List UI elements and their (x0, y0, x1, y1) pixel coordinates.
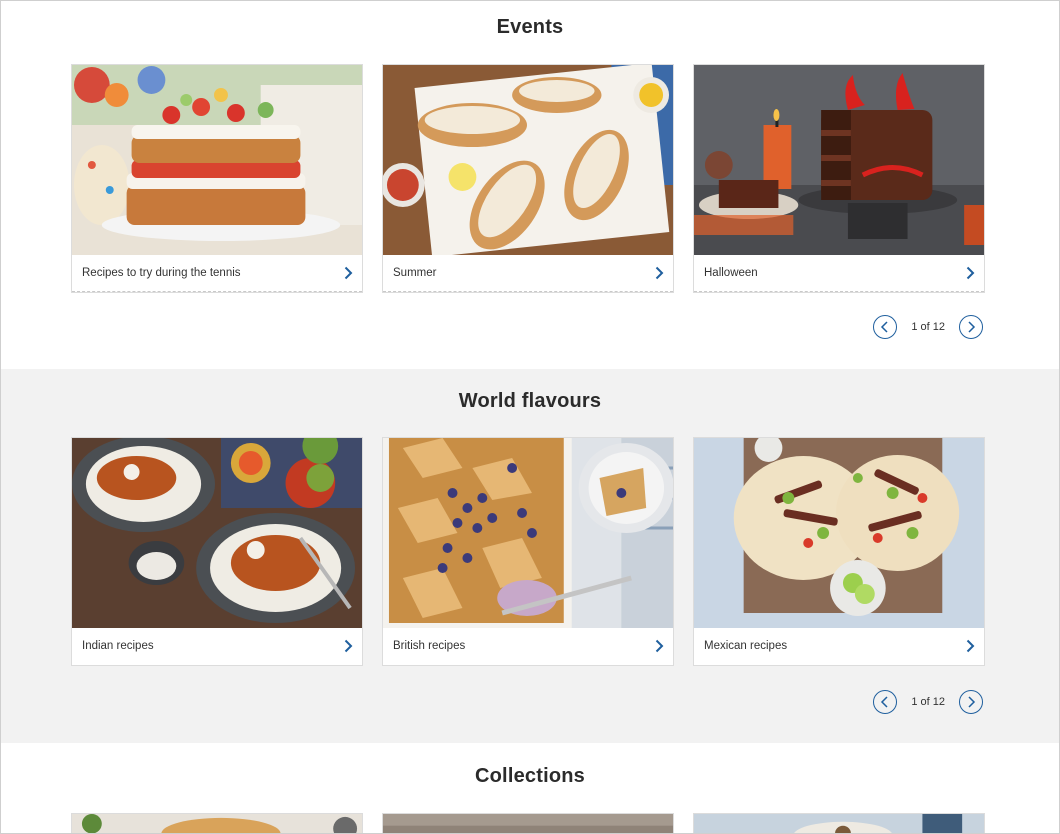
section-title-collections: Collections (475, 765, 585, 787)
collection-card-image[interactable] (382, 813, 674, 833)
section-title-events: Events (496, 16, 564, 38)
card-title: Recipes to try during the tennis (82, 266, 241, 279)
card-image-curry (72, 438, 362, 628)
chevron-right-icon (653, 639, 665, 653)
collections-section: Collections (1, 743, 1059, 833)
card-title: Halloween (704, 266, 758, 279)
card-british-recipes[interactable]: British recipes (382, 437, 674, 666)
card-image-fajitas (694, 438, 984, 628)
world-flavours-carousel: Indian recipes British recipes Mexican r… (71, 437, 985, 666)
collections-carousel (71, 813, 985, 833)
chevron-right-circle-icon[interactable] (959, 315, 983, 339)
card-image-devil-cake (694, 65, 984, 255)
card-mexican-recipes[interactable]: Mexican recipes (693, 437, 985, 666)
pager-count: 1 of 12 (911, 696, 945, 708)
chevron-right-icon (342, 639, 354, 653)
pager-count: 1 of 12 (911, 321, 945, 333)
card-halloween[interactable]: Halloween (693, 64, 985, 293)
card-image-layer-cake (72, 65, 362, 255)
card-image-lobster-rolls (383, 65, 673, 255)
world-flavours-pager: 1 of 12 (873, 690, 983, 714)
events-section: Events Recipes to try during the tennis … (1, 1, 1059, 369)
collection-card-image[interactable] (693, 813, 985, 833)
chevron-right-icon (964, 639, 976, 653)
card-title: Mexican recipes (704, 640, 788, 652)
chevron-right-icon (342, 266, 354, 280)
card-caption: Mexican recipes (694, 627, 984, 665)
chevron-right-circle-icon[interactable] (959, 690, 983, 714)
chevron-right-icon (964, 266, 976, 280)
events-pager: 1 of 12 (873, 315, 983, 339)
chevron-left-circle-icon[interactable] (873, 690, 898, 714)
card-caption: Recipes to try during the tennis (72, 254, 362, 292)
card-caption: Summer (383, 254, 673, 292)
card-image-bread-pudding (383, 438, 673, 628)
card-tennis-recipes[interactable]: Recipes to try during the tennis (71, 64, 363, 293)
chevron-right-icon (653, 266, 665, 280)
card-caption: Indian recipes (72, 627, 362, 665)
events-carousel: Recipes to try during the tennis Summer … (71, 64, 985, 293)
section-title-world-flavours: World flavours (458, 390, 602, 412)
chevron-left-circle-icon[interactable] (873, 315, 898, 339)
card-title: Summer (393, 266, 437, 279)
page: Events Recipes to try during the tennis … (0, 0, 1060, 834)
card-caption: British recipes (383, 627, 673, 665)
card-indian-recipes[interactable]: Indian recipes (71, 437, 363, 666)
card-title: British recipes (393, 640, 466, 652)
world-flavours-section: World flavours Indian recipes British re… (1, 369, 1059, 743)
card-title: Indian recipes (82, 640, 154, 652)
card-summer[interactable]: Summer (382, 64, 674, 293)
card-caption: Halloween (694, 254, 984, 292)
collection-card-image[interactable] (71, 813, 363, 833)
